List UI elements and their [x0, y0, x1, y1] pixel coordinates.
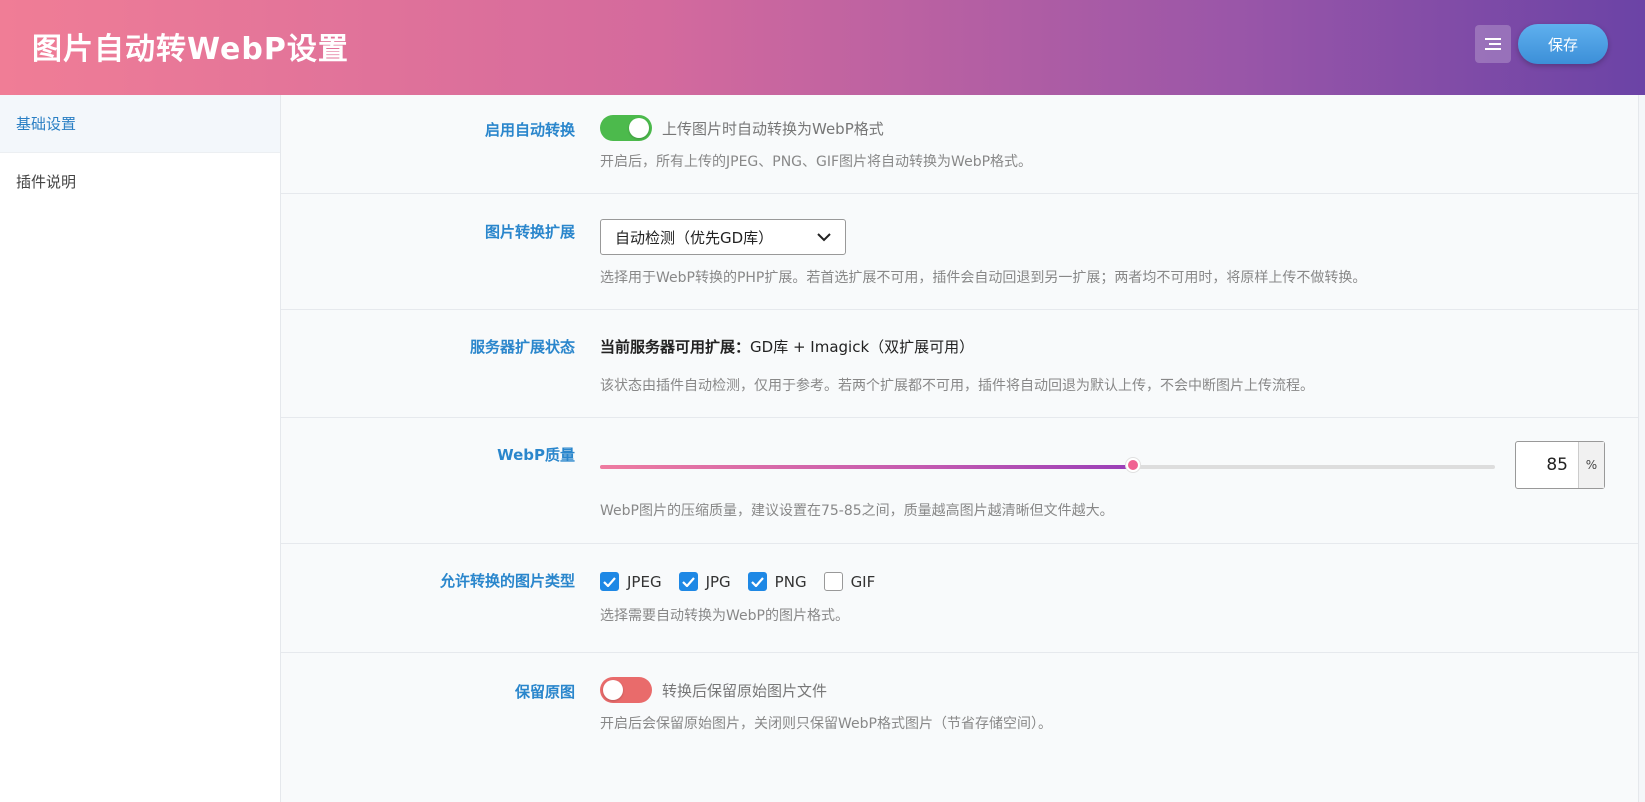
- auto-convert-field: 上传图片时自动转换为WebP格式 开启后，所有上传的JPEG、PNG、GIF图片…: [600, 115, 1608, 171]
- checkbox-label: JPEG: [627, 572, 662, 591]
- image-types-field: JPEG JPG PNG GIF 选择需要自动转换为WebP的图片格式。: [600, 572, 1608, 625]
- checkbox-png[interactable]: PNG: [747, 572, 807, 591]
- keep-original-toggle-text: 转换后保留原始图片文件: [662, 681, 828, 700]
- list-icon: [1485, 38, 1501, 50]
- checkbox-box[interactable]: [678, 572, 698, 591]
- extension-select[interactable]: 自动检测（优先GD库）: [600, 219, 846, 255]
- keep-original-desc: 开启后会保留原始图片，关闭则只保留WebP格式图片（节省存储空间）。: [600, 716, 1052, 732]
- checkbox-jpg[interactable]: JPG: [678, 572, 731, 591]
- row-keep-original: 保留原图 转换后保留原始图片文件 开启后会保留原始图片，关闭则只保留WebP格式…: [281, 653, 1638, 757]
- keep-original-label: 保留原图: [514, 683, 575, 701]
- checkbox-box[interactable]: [747, 572, 767, 591]
- toggle-knob: [603, 680, 623, 700]
- row-auto-convert: 启用自动转换 上传图片时自动转换为WebP格式 开启后，所有上传的JPEG、PN…: [281, 95, 1638, 194]
- checkbox-label: GIF: [850, 572, 876, 591]
- check-icon: [750, 576, 764, 587]
- check-icon: [681, 576, 695, 587]
- quality-unit: %: [1578, 442, 1604, 488]
- image-types-label: 允许转换的图片类型: [439, 572, 575, 590]
- toggle-knob: [629, 118, 649, 138]
- server-status-line: 当前服务器可用扩展：GD库 + Imagick（双扩展可用）: [600, 336, 1608, 357]
- quality-slider-fill: [600, 465, 1133, 469]
- auto-convert-toggle-text: 上传图片时自动转换为WebP格式: [662, 119, 884, 138]
- auto-convert-label: 启用自动转换: [484, 121, 575, 139]
- server-status-value: GD库 + Imagick（双扩展可用）: [750, 338, 975, 356]
- checkbox-box[interactable]: [823, 572, 843, 591]
- settings-form: 启用自动转换 上传图片时自动转换为WebP格式 开启后，所有上传的JPEG、PN…: [281, 95, 1638, 802]
- row-image-types: 允许转换的图片类型 JPEG JPG PNG GIF 选择需要自动转换为WebP的图片…: [281, 544, 1638, 653]
- checkbox-label: PNG: [774, 572, 807, 591]
- keep-original-toggle[interactable]: [600, 677, 652, 703]
- quality-slider[interactable]: [600, 458, 1495, 472]
- row-quality: WebP质量 % WebP图片的压缩质量，建议设置在75-85之间，质量越高图片…: [281, 418, 1638, 544]
- server-status-key: 当前服务器可用扩展：: [600, 338, 751, 356]
- auto-convert-toggle[interactable]: [600, 115, 652, 141]
- quality-input[interactable]: [1516, 442, 1578, 488]
- server-status-desc: 该状态由插件自动检测，仅用于参考。若两个扩展都不可用，插件将自动回退为默认上传，…: [600, 378, 1314, 394]
- sidebar-item-basic-settings[interactable]: 基础设置: [0, 95, 280, 153]
- image-types-checkboxes: JPEG JPG PNG GIF: [600, 572, 1608, 591]
- checkbox-gif[interactable]: GIF: [823, 572, 876, 591]
- check-icon: [603, 576, 616, 587]
- extension-label: 图片转换扩展: [484, 223, 575, 241]
- extension-desc: 选择用于WebP转换的PHP扩展。若首选扩展不可用，插件会自动回退到另一扩展；两…: [600, 270, 1367, 286]
- row-extension: 图片转换扩展 自动检测（优先GD库） 选择用于WebP转换的PHP扩展。若首选扩…: [281, 194, 1638, 310]
- auto-convert-desc: 开启后，所有上传的JPEG、PNG、GIF图片将自动转换为WebP格式。: [600, 154, 1033, 170]
- page-title: 图片自动转WebP设置: [32, 32, 349, 67]
- chevron-down-icon: [817, 232, 831, 241]
- sidebar: 基础设置 插件说明: [0, 95, 281, 802]
- checkbox-box[interactable]: [600, 572, 619, 591]
- quality-label: WebP质量: [497, 446, 575, 464]
- keep-original-field: 转换后保留原始图片文件 开启后会保留原始图片，关闭则只保留WebP格式图片（节省…: [600, 677, 1608, 733]
- quality-slider-thumb[interactable]: [1125, 458, 1140, 472]
- sidebar-item-plugin-info[interactable]: 插件说明: [0, 153, 280, 211]
- settings-panel: 基础设置 插件说明 启用自动转换 上传图片时自动转换为WebP格式 开启后，所有…: [0, 95, 1639, 802]
- checkbox-jpeg[interactable]: JPEG: [600, 572, 662, 591]
- server-status-label: 服务器扩展状态: [469, 338, 575, 356]
- extension-field: 自动检测（优先GD库） 选择用于WebP转换的PHP扩展。若首选扩展不可用，插件…: [600, 219, 1608, 287]
- server-status-field: 当前服务器可用扩展：GD库 + Imagick（双扩展可用） 该状态由插件自动检…: [600, 336, 1608, 395]
- image-types-desc: 选择需要自动转换为WebP的图片格式。: [600, 608, 849, 624]
- extension-selected-value: 自动检测（优先GD库）: [615, 228, 774, 247]
- menu-button[interactable]: [1475, 25, 1511, 63]
- page-header: 图片自动转WebP设置 保存: [0, 0, 1645, 95]
- checkbox-label: JPG: [705, 572, 731, 591]
- row-server-status: 服务器扩展状态 当前服务器可用扩展：GD库 + Imagick（双扩展可用） 该…: [281, 310, 1638, 418]
- save-button[interactable]: 保存: [1518, 24, 1608, 64]
- quality-desc: WebP图片的压缩质量，建议设置在75-85之间，质量越高图片越清晰但文件越大。: [600, 503, 1114, 519]
- quality-number-box: %: [1515, 441, 1605, 489]
